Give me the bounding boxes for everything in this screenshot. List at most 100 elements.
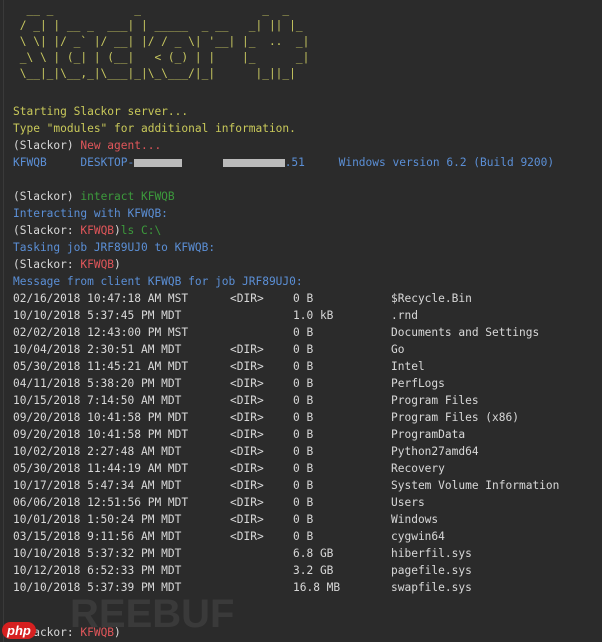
listing-size: 3.2 GB	[293, 564, 334, 577]
listing-date: 02/16/2018 10:47:18 AM MST	[13, 292, 189, 305]
listing-type: <DIR>	[230, 377, 264, 390]
type-hint-line: Type "modules" for additional informatio…	[13, 122, 296, 135]
terminal-border	[3, 0, 4, 642]
listing-type: <DIR>	[230, 496, 264, 509]
listing-row: 06/06/2018 12:51:56 PM MDT <DIR> 0 B Users	[13, 494, 602, 511]
listing-row: 10/17/2018 5:47:34 AM MDT <DIR> 0 B System …	[13, 477, 602, 494]
listing-name: cygwin64	[391, 530, 445, 543]
listing-date: 10/10/2018 5:37:32 PM MDT	[13, 547, 182, 560]
listing-date: 10/12/2018 6:52:33 PM MDT	[13, 564, 182, 577]
listing-name: System Volume Information	[391, 479, 560, 492]
message-line: Message from client KFWQB for job JRF89U…	[13, 275, 303, 288]
listing-date: 03/15/2018 9:11:56 AM MDT	[13, 530, 182, 543]
listing-row: 10/12/2018 6:52:33 PM MDT 3.2 GB pagefile.…	[13, 562, 602, 579]
listing-size: 0 B	[293, 462, 314, 475]
listing-name: Go	[391, 343, 405, 356]
listing-type	[230, 307, 293, 324]
listing-date: 10/02/2018 2:27:48 AM MDT	[13, 445, 182, 458]
listing-type: <DIR>	[230, 462, 264, 475]
listing-size: 0 B	[293, 377, 314, 390]
listing-size: 0 B	[293, 479, 314, 492]
listing-type: <DIR>	[230, 479, 264, 492]
listing-name: Windows	[391, 513, 439, 526]
listing-row: 10/10/2018 5:37:45 PM MDT 1.0 kB .rnd	[13, 307, 602, 324]
listing-row: 10/02/2018 2:27:48 AM MDT <DIR> 0 B Python2…	[13, 443, 602, 460]
listing-date: 09/20/2018 10:41:58 PM MDT	[13, 411, 189, 424]
directory-listing: 02/16/2018 10:47:18 AM MST <DIR> 0 B $Recyc…	[13, 290, 602, 596]
listing-type: <DIR>	[230, 360, 264, 373]
listing-name: Recovery	[391, 462, 445, 475]
listing-date: 10/04/2018 2:30:51 AM MDT	[13, 343, 182, 356]
listing-name: Intel	[391, 360, 425, 373]
interact-command-line: (Slackor) interact KFWQB	[13, 190, 175, 203]
tasking-line: Tasking job JRF89UJ0 to KFWQB:	[13, 241, 216, 254]
ls-command-line: (Slackor: KFWQB)ls C:\	[13, 224, 162, 237]
listing-date: 06/06/2018 12:51:56 PM MDT	[13, 496, 189, 509]
listing-row: 10/01/2018 1:50:24 PM MDT <DIR> 0 B Windows	[13, 511, 602, 528]
listing-date: 04/11/2018 5:38:20 PM MDT	[13, 377, 182, 390]
listing-type	[230, 562, 293, 579]
listing-type: <DIR>	[230, 411, 264, 424]
listing-date: 10/01/2018 1:50:24 PM MDT	[13, 513, 182, 526]
slackor-ascii-banner: __ _ _ _ _ / _| | __ _ ___| | _____ _ __…	[19, 3, 310, 80]
listing-row: 05/30/2018 11:45:21 AM MDT <DIR> 0 B Intel	[13, 358, 602, 375]
listing-size: 0 B	[293, 445, 314, 458]
listing-type: <DIR>	[230, 292, 264, 305]
listing-type	[230, 545, 293, 562]
php-badge: php	[2, 622, 36, 639]
listing-date: 05/30/2018 11:45:21 AM MDT	[13, 360, 189, 373]
listing-size: 0 B	[293, 496, 314, 509]
agent-info-line: KFWQB DESKTOP- .51 Windows version 6.2 (…	[13, 156, 555, 169]
terminal-output: __ _ _ _ _ / _| | __ _ ___| | _____ _ __…	[13, 2, 602, 641]
listing-name: PerfLogs	[391, 377, 445, 390]
listing-size: 0 B	[293, 394, 314, 407]
starting-line: Starting Slackor server...	[13, 105, 189, 118]
listing-name: swapfile.sys	[391, 581, 472, 594]
listing-type: <DIR>	[230, 445, 264, 458]
listing-type: <DIR>	[230, 343, 264, 356]
interacting-line: Interacting with KFWQB:	[13, 207, 168, 220]
listing-type: <DIR>	[230, 394, 264, 407]
listing-size: 0 B	[293, 326, 314, 339]
listing-type: <DIR>	[230, 530, 264, 543]
listing-size: 0 B	[293, 513, 314, 526]
listing-name: hiberfil.sys	[391, 547, 472, 560]
listing-row: 09/20/2018 10:41:58 PM MDT <DIR> 0 B Progra…	[13, 409, 602, 426]
listing-name: Users	[391, 496, 425, 509]
listing-date: 05/30/2018 11:44:19 AM MDT	[13, 462, 189, 475]
new-agent-line: (Slackor) New agent...	[13, 139, 162, 152]
listing-date: 02/02/2018 12:43:00 PM MST	[13, 326, 189, 339]
listing-row: 03/15/2018 9:11:56 AM MDT <DIR> 0 B cygwin6…	[13, 528, 602, 545]
listing-date: 10/10/2018 5:37:45 PM MDT	[13, 309, 182, 322]
listing-name: Documents and Settings	[391, 326, 540, 339]
listing-row: 02/16/2018 10:47:18 AM MST <DIR> 0 B $Recyc…	[13, 290, 602, 307]
listing-size: 16.8 MB	[293, 581, 341, 594]
listing-date: 09/20/2018 10:41:58 PM MDT	[13, 428, 189, 441]
listing-row: 10/04/2018 2:30:51 AM MDT <DIR> 0 B Go	[13, 341, 602, 358]
listing-name: ProgramData	[391, 428, 466, 441]
listing-row: 09/20/2018 10:41:58 PM MDT <DIR> 0 B Progra…	[13, 426, 602, 443]
listing-type: <DIR>	[230, 513, 264, 526]
listing-name: $Recycle.Bin	[391, 292, 472, 305]
listing-name: Program Files	[391, 394, 479, 407]
listing-row: 10/15/2018 7:14:50 AM MDT <DIR> 0 B Program…	[13, 392, 602, 409]
watermark: REEBUF	[70, 592, 235, 636]
listing-row: 05/30/2018 11:44:19 AM MDT <DIR> 0 B Recove…	[13, 460, 602, 477]
listing-type	[230, 324, 293, 341]
listing-name: pagefile.sys	[391, 564, 472, 577]
listing-size: 0 B	[293, 292, 314, 305]
listing-size: 0 B	[293, 411, 314, 424]
listing-name: .rnd	[391, 309, 418, 322]
listing-date: 10/15/2018 7:14:50 AM MDT	[13, 394, 182, 407]
listing-size: 0 B	[293, 530, 314, 543]
listing-name: Program Files (x86)	[391, 411, 519, 424]
listing-type	[230, 579, 293, 596]
listing-row: 04/11/2018 5:38:20 PM MDT <DIR> 0 B PerfLog…	[13, 375, 602, 392]
listing-size: 0 B	[293, 343, 314, 356]
listing-type: <DIR>	[230, 428, 264, 441]
listing-size: 0 B	[293, 360, 314, 373]
listing-row: 02/02/2018 12:43:00 PM MST 0 B Documents a…	[13, 324, 602, 341]
redacted-ip	[222, 159, 285, 167]
listing-size: 0 B	[293, 428, 314, 441]
listing-date: 10/17/2018 5:47:34 AM MDT	[13, 479, 182, 492]
